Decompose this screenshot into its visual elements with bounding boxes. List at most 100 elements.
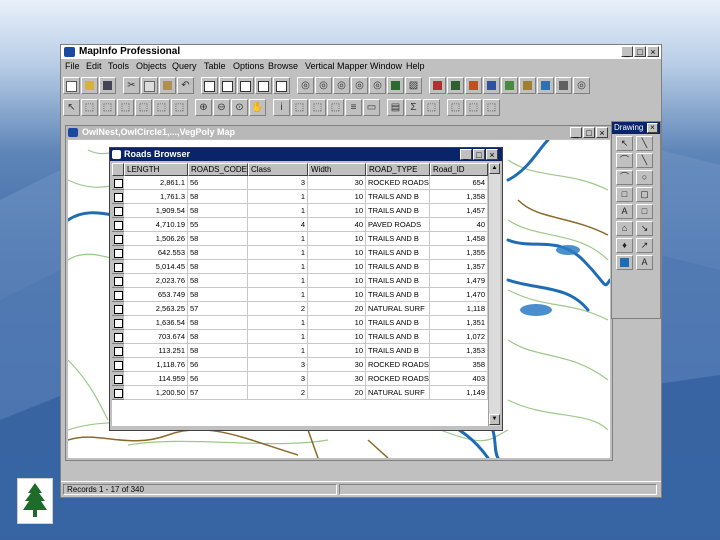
row-selector[interactable]: [112, 232, 124, 246]
menu-vertical-mapper[interactable]: Vertical Mapper: [305, 61, 368, 71]
cell-road-id[interactable]: 1,149: [430, 386, 488, 400]
cell-road-id[interactable]: 1,458: [430, 232, 488, 246]
roads-browser-window[interactable]: Roads Browser _ □ × LENGTH ROADS_CODE Cl…: [109, 147, 503, 431]
cell-width[interactable]: 30: [308, 176, 366, 190]
save-icon[interactable]: [99, 77, 116, 94]
cell-width[interactable]: 10: [308, 260, 366, 274]
row-selector[interactable]: [112, 274, 124, 288]
cell-width[interactable]: 10: [308, 232, 366, 246]
cell-road-type[interactable]: TRAILS AND B: [366, 204, 430, 218]
cell-road-type[interactable]: ROCKED ROADS: [366, 372, 430, 386]
cell-length[interactable]: 2,861.1: [124, 176, 188, 190]
cell-length[interactable]: 1,761.3: [124, 190, 188, 204]
cell-length[interactable]: 1,506.26: [124, 232, 188, 246]
scroll-up-button[interactable]: ▲: [489, 163, 500, 174]
info-icon[interactable]: i: [273, 99, 290, 116]
row-selector[interactable]: [112, 288, 124, 302]
new-mapper-icon[interactable]: [219, 77, 236, 94]
tool-g-icon[interactable]: ▧: [405, 77, 422, 94]
cell-roads-code[interactable]: 58: [188, 246, 248, 260]
ruler-icon[interactable]: ▭: [363, 99, 380, 116]
cell-length[interactable]: 4,710.19: [124, 218, 188, 232]
polyline-tool-icon[interactable]: ⌒: [616, 153, 633, 168]
drag-map-icon[interactable]: ⬚: [327, 99, 344, 116]
menu-window[interactable]: Window: [370, 61, 402, 71]
copy-icon[interactable]: [141, 77, 158, 94]
cell-road-type[interactable]: TRAILS AND B: [366, 190, 430, 204]
help-icon[interactable]: ⬚: [483, 99, 500, 116]
row-selector[interactable]: [112, 316, 124, 330]
cell-road-type[interactable]: TRAILS AND B: [366, 330, 430, 344]
menu-query[interactable]: Query: [172, 61, 197, 71]
rounded-rect-tool-icon[interactable]: ▢: [636, 187, 653, 202]
cell-roads-code[interactable]: 56: [188, 372, 248, 386]
cell-width[interactable]: 10: [308, 246, 366, 260]
map-minimize-button[interactable]: _: [570, 127, 582, 138]
paste-icon[interactable]: [159, 77, 176, 94]
header-roads-code[interactable]: ROADS_CODE: [188, 163, 248, 176]
tool-o-icon[interactable]: [555, 77, 572, 94]
cell-roads-code[interactable]: 58: [188, 204, 248, 218]
cell-road-id[interactable]: 1,358: [430, 190, 488, 204]
cell-class[interactable]: 1: [248, 232, 308, 246]
symbol-tool-icon[interactable]: ↖: [616, 136, 633, 151]
cell-roads-code[interactable]: 58: [188, 288, 248, 302]
cell-road-type[interactable]: ROCKED ROADS: [366, 358, 430, 372]
clip-region-icon[interactable]: ⬚: [423, 99, 440, 116]
layer-control-icon[interactable]: ≡: [345, 99, 362, 116]
cell-length[interactable]: 653.749: [124, 288, 188, 302]
cell-width[interactable]: 10: [308, 274, 366, 288]
cell-road-id[interactable]: 1,072: [430, 330, 488, 344]
cell-road-id[interactable]: 358: [430, 358, 488, 372]
region-style-icon[interactable]: [616, 255, 633, 270]
tool-c-icon[interactable]: ◎: [333, 77, 350, 94]
tool-l-icon[interactable]: [501, 77, 518, 94]
cell-road-type[interactable]: TRAILS AND B: [366, 232, 430, 246]
cell-length[interactable]: 1,200.50: [124, 386, 188, 400]
cell-road-type[interactable]: TRAILS AND B: [366, 260, 430, 274]
menu-tools[interactable]: Tools: [108, 61, 129, 71]
new-grapher-icon[interactable]: [237, 77, 254, 94]
cell-length[interactable]: 113.251: [124, 344, 188, 358]
browser-maximize-button[interactable]: □: [473, 149, 485, 160]
row-selector[interactable]: [112, 190, 124, 204]
cell-road-id[interactable]: 1,353: [430, 344, 488, 358]
row-selector[interactable]: [112, 372, 124, 386]
tool-m-icon[interactable]: [519, 77, 536, 94]
cut-icon[interactable]: ✂: [123, 77, 140, 94]
cell-class[interactable]: 1: [248, 204, 308, 218]
cell-roads-code[interactable]: 58: [188, 316, 248, 330]
menu-objects[interactable]: Objects: [136, 61, 167, 71]
cell-width[interactable]: 30: [308, 358, 366, 372]
hotlink-icon[interactable]: ⬚: [291, 99, 308, 116]
change-view-icon[interactable]: ⊙: [231, 99, 248, 116]
open-icon[interactable]: [81, 77, 98, 94]
cell-class[interactable]: 3: [248, 372, 308, 386]
cell-class[interactable]: 1: [248, 274, 308, 288]
row-selector[interactable]: [112, 302, 124, 316]
cell-road-id[interactable]: 1,457: [430, 204, 488, 218]
cell-length[interactable]: 2,563.25: [124, 302, 188, 316]
row-selector[interactable]: [112, 386, 124, 400]
cell-road-type[interactable]: TRAILS AND B: [366, 288, 430, 302]
cell-roads-code[interactable]: 58: [188, 344, 248, 358]
cell-width[interactable]: 30: [308, 372, 366, 386]
cell-road-id[interactable]: 1,351: [430, 316, 488, 330]
cell-width[interactable]: 20: [308, 302, 366, 316]
symbol-style-icon[interactable]: ♦: [616, 238, 633, 253]
browser-minimize-button[interactable]: _: [460, 149, 472, 160]
row-selector[interactable]: [112, 344, 124, 358]
cell-road-id[interactable]: 654: [430, 176, 488, 190]
grabber-icon[interactable]: ✋: [249, 99, 266, 116]
cell-road-type[interactable]: ROCKED ROADS: [366, 176, 430, 190]
cell-roads-code[interactable]: 58: [188, 190, 248, 204]
cell-roads-code[interactable]: 58: [188, 232, 248, 246]
header-width[interactable]: Width: [308, 163, 366, 176]
legend-icon[interactable]: ▤: [387, 99, 404, 116]
polygon-select-icon[interactable]: ⬚: [117, 99, 134, 116]
row-selector[interactable]: [112, 176, 124, 190]
map-close-button[interactable]: ×: [596, 127, 608, 138]
text-tool-icon[interactable]: A: [616, 204, 633, 219]
cell-length[interactable]: 703.674: [124, 330, 188, 344]
cell-class[interactable]: 1: [248, 330, 308, 344]
